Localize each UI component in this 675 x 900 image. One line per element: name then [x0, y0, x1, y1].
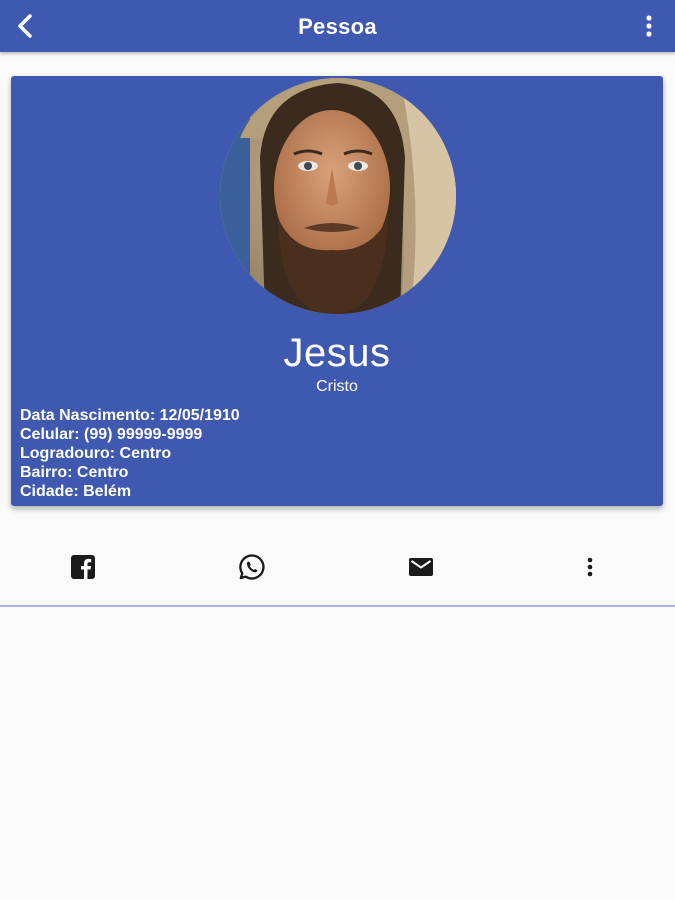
person-name: Jesus	[283, 331, 391, 375]
app-bar: Pessoa	[0, 0, 675, 52]
person-details: Data Nascimento: 12/05/1910 Celular: (99…	[20, 406, 240, 501]
email-button[interactable]	[404, 550, 438, 584]
person-photo	[220, 78, 456, 314]
email-icon	[409, 558, 433, 576]
overflow-menu-button[interactable]	[633, 10, 665, 42]
more-vertical-icon	[646, 15, 652, 37]
street-text: Logradouro: Centro	[20, 445, 172, 462]
whatsapp-button[interactable]	[235, 550, 269, 584]
city-text: Cidade: Belém	[20, 483, 132, 500]
birth-date-text: Data Nascimento: 12/05/1910	[20, 407, 240, 424]
facebook-button[interactable]	[66, 550, 100, 584]
action-bar	[0, 540, 675, 594]
page-title: Pessoa	[298, 14, 377, 39]
divider	[0, 605, 675, 607]
facebook-icon	[71, 555, 95, 579]
neighborhood-text: Bairro: Centro	[20, 464, 129, 481]
more-actions-button[interactable]	[573, 550, 607, 584]
profile-card: Jesus Cristo Data Nascimento: 12/05/1910…	[11, 76, 663, 506]
phone-text: Celular: (99) 99999-9999	[20, 426, 203, 443]
whatsapp-icon	[239, 554, 265, 580]
more-vertical-icon	[587, 557, 593, 577]
avatar	[220, 78, 456, 314]
person-surname: Cristo	[316, 378, 358, 395]
